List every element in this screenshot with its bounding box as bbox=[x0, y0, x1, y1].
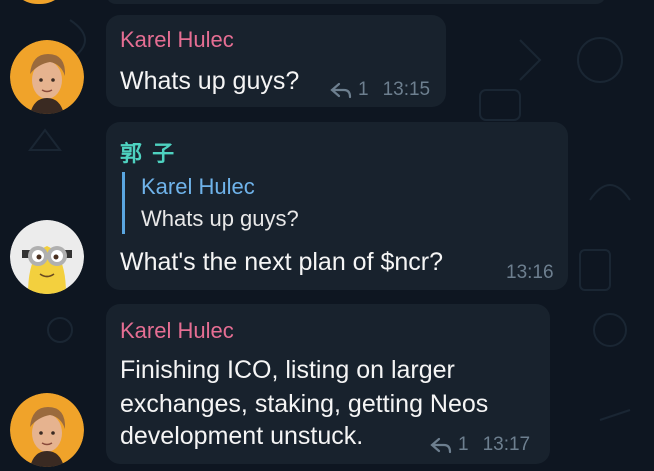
message-time: 13:17 bbox=[482, 434, 531, 455]
message-text-line: Finishing ICO, listing on larger bbox=[120, 356, 455, 384]
user-avatar-icon bbox=[10, 393, 84, 467]
message-bubble[interactable]: Karel Hulec Finishing ICO, listing on la… bbox=[106, 304, 550, 464]
message-time: 13:16 bbox=[506, 262, 554, 283]
reply-icon[interactable] bbox=[330, 81, 352, 99]
message-text: Whats up guys? bbox=[120, 67, 300, 95]
message-time: 13:15 bbox=[382, 79, 431, 100]
user-avatar-icon bbox=[10, 40, 84, 114]
message-text-line: exchanges, staking, getting Neos bbox=[120, 390, 489, 418]
message-bubble[interactable]: 郭 子 Karel Hulec Whats up guys? What's th… bbox=[106, 122, 568, 290]
reply-quote[interactable]: Karel Hulec Whats up guys? bbox=[122, 172, 385, 234]
message-meta: 1 13:17 bbox=[430, 434, 530, 456]
avatar-karel-hulec[interactable] bbox=[10, 393, 84, 467]
reply-icon[interactable] bbox=[430, 436, 452, 454]
previous-avatar[interactable] bbox=[8, 0, 70, 4]
sender-name[interactable]: 郭 子 bbox=[120, 136, 176, 168]
quote-sender: Karel Hulec bbox=[141, 174, 255, 199]
minion-avatar-icon bbox=[10, 220, 84, 294]
previous-message-bubble bbox=[106, 0, 606, 4]
sender-name[interactable]: Karel Hulec bbox=[120, 27, 234, 53]
message-meta: 1 13:15 bbox=[330, 79, 430, 101]
sender-name[interactable]: Karel Hulec bbox=[120, 318, 234, 344]
message-text-line: development unstuck. bbox=[120, 422, 364, 450]
reply-count[interactable]: 1 bbox=[458, 434, 469, 456]
avatar-guo-zi[interactable] bbox=[10, 220, 84, 294]
message-text: What's the next plan of $ncr? bbox=[120, 248, 444, 276]
reply-count[interactable]: 1 bbox=[358, 79, 369, 101]
avatar-karel-hulec[interactable] bbox=[10, 40, 84, 114]
quote-text: Whats up guys? bbox=[141, 206, 299, 231]
message-bubble[interactable]: Karel Hulec Whats up guys? 1 13:15 bbox=[106, 15, 446, 107]
